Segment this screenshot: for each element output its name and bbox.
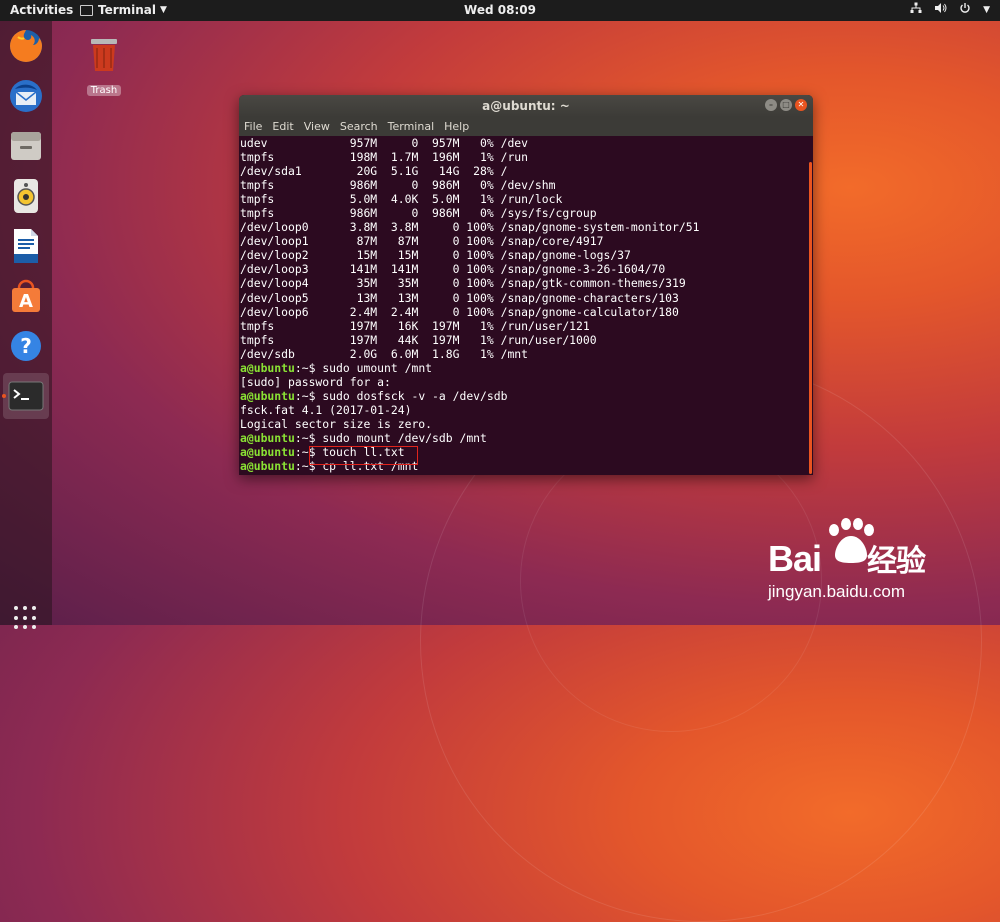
ubuntu-software-icon: A — [12, 279, 40, 312]
menu-terminal[interactable]: Terminal — [388, 120, 435, 133]
window-titlebar[interactable]: a@ubuntu: ~ – □ ✕ — [239, 95, 813, 117]
terminal-window[interactable]: a@ubuntu: ~ – □ ✕ File Edit View Search … — [239, 95, 813, 475]
terminal-output[interactable]: udev 957M 0 957M 0% /dev tmpfs 198M 1.7M … — [239, 136, 807, 475]
top-bar: Activities Terminal ▼ Wed 08:09 ▼ — [0, 0, 1000, 21]
prompt-user: a@ubuntu — [240, 388, 295, 403]
terminal-line: /dev/loop3 141M 141M 0 100% /snap/gnome-… — [240, 262, 666, 277]
menu-bar: File Edit View Search Terminal Help — [239, 117, 813, 136]
dock-software[interactable]: A — [3, 273, 49, 319]
show-applications-icon[interactable] — [14, 606, 38, 630]
rhythmbox-icon — [14, 179, 38, 213]
dock-help[interactable]: ? — [3, 323, 49, 369]
watermark-url: jingyan.baidu.com — [768, 582, 906, 601]
terminal-line: /dev/loop2 15M 15M 0 100% /snap/gnome-lo… — [240, 248, 631, 263]
terminal-line: a@ubuntu:~$ sudo dosfsck -v -a /dev/sdb — [239, 389, 807, 403]
svg-text:?: ? — [20, 334, 32, 358]
menu-help[interactable]: Help — [444, 120, 469, 133]
app-menu[interactable]: Terminal ▼ — [80, 3, 167, 17]
wallpaper-circle-inner — [520, 430, 822, 732]
command-text: sudo umount /mnt — [322, 360, 433, 375]
firefox-icon — [10, 30, 42, 62]
dock-writer[interactable] — [3, 223, 49, 269]
prompt-user: a@ubuntu — [240, 445, 295, 460]
output-text: [sudo] password for a: — [240, 374, 391, 389]
maximize-button[interactable]: □ — [780, 99, 792, 111]
dock-terminal[interactable] — [3, 373, 49, 419]
scrollbar[interactable] — [807, 136, 813, 475]
terminal-small-icon — [80, 4, 93, 16]
desktop-trash[interactable]: Trash — [84, 36, 124, 97]
chevron-down-icon[interactable]: ▼ — [983, 2, 990, 18]
terminal-line: /dev/loop1 87M 87M 0 100% /snap/core/491… — [240, 234, 604, 249]
thunderbird-icon — [10, 80, 42, 112]
dock-thunderbird[interactable] — [3, 73, 49, 119]
output-text: fsck.fat 4.1 (2017-01-24) — [240, 402, 412, 417]
trash-label: Trash — [86, 85, 122, 96]
prompt-user: a@ubuntu — [240, 459, 295, 474]
watermark-brand: Bai 经验 — [768, 538, 926, 579]
activities-button[interactable]: Activities — [10, 3, 73, 17]
terminal-line: fsck.fat 4.1 (2017-01-24) — [239, 403, 807, 417]
prompt-path: :~$ — [294, 388, 323, 403]
terminal-line: /dev/loop6 2.4M 2.4M 0 100% /snap/gnome-… — [240, 304, 679, 319]
terminal-icon — [8, 381, 44, 411]
terminal-line: a@ubuntu:~$ sudo umount /mnt — [239, 361, 807, 375]
dock-firefox[interactable] — [3, 23, 49, 69]
terminal-line: Logical sector size is zero. — [239, 417, 807, 431]
terminal-line: a@ubuntu:~$ sudo mount /dev/sdb /mnt — [239, 431, 807, 445]
output-text: Logical sector size is zero. — [240, 416, 433, 431]
terminal-line: tmpfs 986M 0 986M 0% /sys/fs/cgroup — [240, 206, 597, 221]
prompt-path: :~$ — [294, 360, 323, 375]
files-icon — [11, 132, 41, 160]
prompt-path: :~$ — [294, 430, 323, 445]
dock: A ? — [0, 21, 52, 630]
terminal-line: /dev/sdb 2.0G 6.0M 1.8G 1% /mnt — [240, 346, 529, 361]
menu-file[interactable]: File — [244, 120, 262, 133]
network-icon[interactable] — [910, 2, 922, 18]
trash-icon — [91, 39, 117, 71]
svg-text:A: A — [19, 291, 33, 312]
libreoffice-writer-icon — [14, 229, 38, 263]
scrollbar-thumb[interactable] — [809, 162, 812, 474]
prompt-user: a@ubuntu — [240, 430, 295, 445]
terminal-line: udev 957M 0 957M 0% /dev — [240, 136, 529, 150]
dock-rhythmbox[interactable] — [3, 173, 49, 219]
menu-view[interactable]: View — [304, 120, 330, 133]
terminal-line: tmpfs 5.0M 4.0K 5.0M 1% /run/lock — [240, 192, 563, 207]
command-text: sudo mount /dev/sdb /mnt — [322, 430, 487, 445]
menu-edit[interactable]: Edit — [272, 120, 293, 133]
window-title: a@ubuntu: ~ — [482, 99, 570, 113]
power-icon[interactable] — [959, 2, 971, 18]
caret-down-icon: ▼ — [160, 5, 167, 15]
running-indicator — [2, 394, 6, 398]
command-text: sudo dosfsck -v -a /dev/sdb — [322, 388, 508, 403]
terminal-line: tmpfs 986M 0 986M 0% /dev/shm — [240, 178, 556, 193]
dock-files[interactable] — [3, 123, 49, 169]
prompt-user: a@ubuntu — [240, 360, 295, 375]
terminal-line: /dev/loop5 13M 13M 0 100% /snap/gnome-ch… — [240, 290, 679, 305]
clock[interactable]: Wed 08:09 — [464, 3, 536, 17]
system-tray[interactable]: ▼ — [910, 2, 990, 18]
app-menu-label: Terminal — [98, 3, 157, 17]
menu-search[interactable]: Search — [340, 120, 378, 133]
minimize-button[interactable]: – — [765, 99, 777, 111]
annotation-highlight-box — [309, 446, 418, 465]
volume-icon[interactable] — [934, 2, 947, 18]
terminal-line: tmpfs 198M 1.7M 196M 1% /run — [240, 150, 529, 165]
terminal-line: /dev/loop0 3.8M 3.8M 0 100% /snap/gnome-… — [240, 220, 700, 235]
terminal-line: tmpfs 197M 44K 197M 1% /run/user/1000 — [240, 332, 597, 347]
terminal-line: /dev/sda1 20G 5.1G 14G 28% / — [240, 164, 508, 179]
terminal-line: tmpfs 197M 16K 197M 1% /run/user/121 — [240, 318, 590, 333]
help-icon: ? — [11, 331, 41, 361]
terminal-line: /dev/loop4 35M 35M 0 100% /snap/gtk-comm… — [240, 276, 686, 291]
terminal-line: [sudo] password for a: — [239, 375, 807, 389]
close-button[interactable]: ✕ — [795, 99, 807, 111]
